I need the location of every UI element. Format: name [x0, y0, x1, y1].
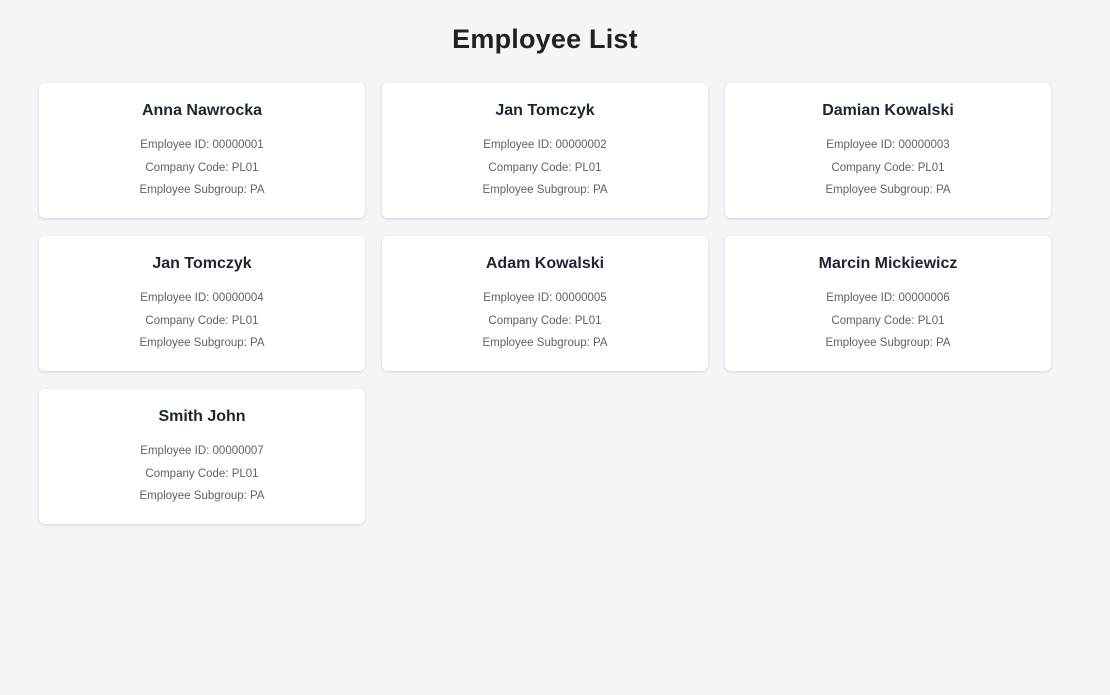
employee-name: Jan Tomczyk — [495, 102, 595, 119]
employee-id-value: 00000005 — [555, 292, 607, 304]
employee-id-value: 00000006 — [898, 292, 950, 304]
company-code-line: Company Code: PL01 — [39, 157, 365, 180]
employee-id-label: Employee ID: — [140, 445, 210, 457]
employee-id-value: 00000004 — [212, 292, 264, 304]
employee-name: Adam Kowalski — [485, 255, 605, 272]
company-code-line: Company Code: PL01 — [382, 157, 708, 180]
employee-id-line: Employee ID: 00000001 — [39, 134, 365, 157]
employee-id-label: Employee ID: — [140, 139, 210, 151]
employee-name: Marcin Mickiewicz — [818, 255, 958, 272]
employee-subgroup-label: Employee Subgroup: — [825, 337, 933, 349]
employee-name: Jan Tomczyk — [152, 255, 252, 272]
employee-subgroup-value: PA — [936, 184, 951, 196]
employee-id-value: 00000003 — [898, 139, 950, 151]
employee-subgroup-label: Employee Subgroup: — [825, 184, 933, 196]
employee-subgroup-label: Employee Subgroup: — [139, 490, 247, 502]
employee-subgroup-line: Employee Subgroup: PA — [39, 179, 365, 202]
employee-card[interactable]: Adam Kowalski Employee ID: 00000005 Comp… — [382, 236, 708, 371]
company-code-value: PL01 — [574, 161, 602, 174]
employee-id-label: Employee ID: — [483, 292, 553, 304]
company-code-line: Company Code: PL01 — [39, 310, 365, 333]
employee-subgroup-line: Employee Subgroup: PA — [382, 332, 708, 355]
employee-id-label: Employee ID: — [140, 292, 210, 304]
company-code-value: PL01 — [231, 161, 259, 174]
employee-id-label: Employee ID: — [826, 292, 896, 304]
employee-name: Smith John — [158, 408, 246, 425]
employee-subgroup-line: Employee Subgroup: PA — [725, 332, 1051, 355]
employee-id-line: Employee ID: 00000007 — [39, 440, 365, 463]
employee-card[interactable]: Jan Tomczyk Employee ID: 00000004 Compan… — [39, 236, 365, 371]
employee-name: Anna Nawrocka — [141, 102, 263, 119]
employee-id-line: Employee ID: 00000004 — [39, 287, 365, 310]
company-code-label: Company Code: — [145, 467, 229, 480]
employee-id-line: Employee ID: 00000003 — [725, 134, 1051, 157]
employee-subgroup-value: PA — [593, 337, 608, 349]
employee-id-line: Employee ID: 00000005 — [382, 287, 708, 310]
company-code-label: Company Code: — [831, 161, 915, 174]
employee-card[interactable]: Damian Kowalski Employee ID: 00000003 Co… — [725, 83, 1051, 218]
company-code-value: PL01 — [231, 467, 259, 480]
employee-card[interactable]: Jan Tomczyk Employee ID: 00000002 Compan… — [382, 83, 708, 218]
employee-card[interactable]: Anna Nawrocka Employee ID: 00000001 Comp… — [39, 83, 365, 218]
employee-subgroup-line: Employee Subgroup: PA — [725, 179, 1051, 202]
employee-id-line: Employee ID: 00000002 — [382, 134, 708, 157]
company-code-line: Company Code: PL01 — [725, 157, 1051, 180]
employee-subgroup-line: Employee Subgroup: PA — [382, 179, 708, 202]
employee-id-value: 00000007 — [212, 445, 264, 457]
company-code-value: PL01 — [917, 161, 945, 174]
company-code-line: Company Code: PL01 — [725, 310, 1051, 333]
company-code-label: Company Code: — [145, 314, 229, 327]
employee-subgroup-label: Employee Subgroup: — [482, 337, 590, 349]
employee-card[interactable]: Smith John Employee ID: 00000007 Company… — [39, 389, 365, 524]
employee-subgroup-label: Employee Subgroup: — [482, 184, 590, 196]
company-code-label: Company Code: — [145, 161, 229, 174]
employee-subgroup-value: PA — [250, 490, 265, 502]
employee-id-value: 00000002 — [555, 139, 607, 151]
company-code-label: Company Code: — [488, 314, 572, 327]
employee-subgroup-value: PA — [250, 337, 265, 349]
employee-id-value: 00000001 — [212, 139, 264, 151]
company-code-line: Company Code: PL01 — [39, 463, 365, 486]
employee-grid: Anna Nawrocka Employee ID: 00000001 Comp… — [39, 83, 1051, 524]
employee-subgroup-value: PA — [936, 337, 951, 349]
employee-subgroup-label: Employee Subgroup: — [139, 184, 247, 196]
employee-subgroup-line: Employee Subgroup: PA — [39, 332, 365, 355]
employee-subgroup-line: Employee Subgroup: PA — [39, 485, 365, 508]
employee-subgroup-label: Employee Subgroup: — [139, 337, 247, 349]
company-code-label: Company Code: — [488, 161, 572, 174]
employee-subgroup-value: PA — [250, 184, 265, 196]
employee-name: Damian Kowalski — [822, 102, 954, 119]
employee-card[interactable]: Marcin Mickiewicz Employee ID: 00000006 … — [725, 236, 1051, 371]
company-code-value: PL01 — [574, 314, 602, 327]
company-code-value: PL01 — [231, 314, 259, 327]
page-title: Employee List — [452, 24, 638, 54]
employee-id-label: Employee ID: — [483, 139, 553, 151]
employee-id-line: Employee ID: 00000006 — [725, 287, 1051, 310]
company-code-line: Company Code: PL01 — [382, 310, 708, 333]
employee-id-label: Employee ID: — [826, 139, 896, 151]
employee-subgroup-value: PA — [593, 184, 608, 196]
company-code-value: PL01 — [917, 314, 945, 327]
company-code-label: Company Code: — [831, 314, 915, 327]
